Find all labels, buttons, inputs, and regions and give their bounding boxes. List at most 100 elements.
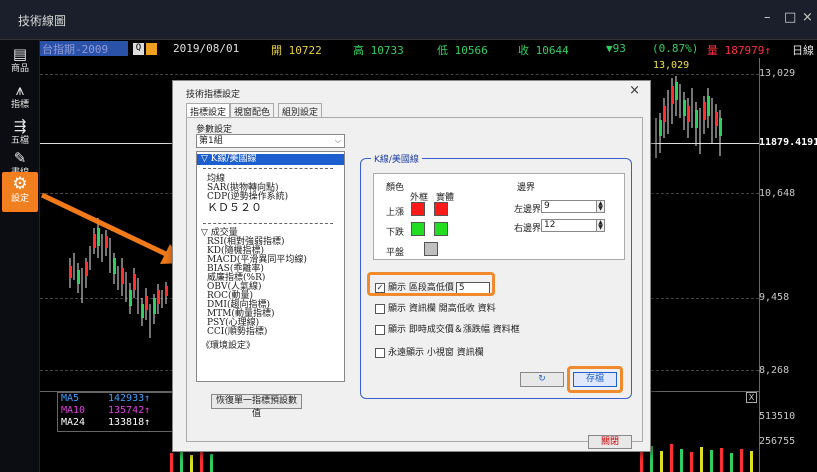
highlight-frame — [367, 272, 495, 296]
ma-name: MA10 — [61, 405, 86, 416]
quote-open: 開 10722 — [271, 44, 322, 57]
dialog-close-icon[interactable]: × — [629, 83, 640, 98]
five-level-icon: ⇶ — [13, 117, 27, 135]
option-realtime-box[interactable]: 顯示 即時成交價＆漲跌幅 資料框 — [375, 322, 520, 335]
quote-percent: (0.87%) — [652, 42, 699, 55]
list-item-kline[interactable]: ▽ K線/美國線 — [197, 154, 344, 165]
checkbox-icon[interactable] — [375, 324, 385, 335]
right-border-value: 12 — [544, 220, 556, 230]
volume-axis-tick: 256755 — [759, 436, 796, 447]
ma-name: MA5 — [61, 393, 80, 404]
group-select[interactable]: 第1組 ⌵ — [196, 134, 345, 148]
tool-label: 指標 — [10, 100, 29, 110]
axis-current-price: 11879.4191 — [759, 137, 817, 148]
right-border-label: 右邊界 — [514, 224, 542, 234]
left-toolbar: ▤ 商品 ⩚ 指標 ⇶ 五檔 ✎ 畫線 ⚙ 設定 — [0, 40, 40, 472]
axis-tick: 10,648 — [759, 188, 796, 199]
spin-arrows-icon[interactable]: ▲ ▼ — [596, 220, 604, 231]
quote-change: ▼93 — [606, 42, 626, 55]
up-label: 上漲 — [386, 208, 405, 218]
volume-axis-tick: 513510 — [759, 411, 796, 422]
axis-tick: 8,268 — [759, 365, 790, 376]
ma-value: 133818↑ — [108, 417, 151, 428]
ma-value: 142933↑ — [108, 393, 151, 404]
tool-label: 五檔 — [10, 136, 29, 146]
right-border-stepper[interactable]: 12 ▲ ▼ — [541, 219, 605, 232]
query-icon[interactable]: Q — [133, 43, 144, 55]
flat-color-swatch[interactable] — [424, 242, 438, 256]
left-border-label: 左邊界 — [514, 205, 542, 215]
down-outer-color-swatch[interactable] — [411, 222, 425, 236]
indicator-icon: ⩚ — [15, 81, 25, 99]
kline-settings-group: K線/美國線 顏色 外框 實體 上漲 下跌 平盤 邊界 左邊界 9 ▲ ▼ 右邊… — [360, 152, 632, 399]
axis-tick: 13,029 — [759, 68, 796, 79]
option-label: 顯示 即時成交價＆漲跌幅 資料框 — [388, 325, 520, 335]
dialog-close-button[interactable]: 關閉 — [588, 435, 632, 449]
indicator-settings-dialog: 技術指標設定 × 指標設定 視窗配色 組別設定 參數設定 第1組 ⌵ ▽ K線/… — [172, 80, 651, 452]
close-button[interactable]: × — [802, 10, 813, 25]
tool-product[interactable]: ▤ 商品 — [3, 44, 37, 82]
volume-close-icon[interactable]: X — [746, 392, 757, 403]
down-label: 下跌 — [386, 228, 405, 238]
quote-volume: 量 187979↑ — [707, 44, 771, 57]
candles-left-down — [77, 228, 156, 318]
kline-style-box: 顏色 外框 實體 上漲 下跌 平盤 邊界 左邊界 9 ▲ ▼ 右邊界 12 ▲ … — [373, 173, 625, 260]
quote-date: 2019/08/01 — [173, 42, 240, 55]
pencil-icon: ✎ — [13, 149, 27, 167]
quote-low: 低 10566 — [437, 44, 488, 57]
quote-close: 收 10644 — [518, 44, 569, 57]
color-label: 顏色 — [386, 183, 405, 193]
tool-label: 設定 — [10, 194, 29, 204]
dialog-title: 技術指標設定 — [186, 90, 241, 100]
settings-panel: 參數設定 第1組 ⌵ ▽ K線/美國線 均線 SAR(拋物轉向點) CDP(逆勢… — [186, 117, 643, 442]
tool-indicator[interactable]: ⩚ 指標 — [3, 80, 37, 118]
product-icon: ▤ — [12, 45, 28, 63]
window-title: 技術線圖 — [18, 14, 67, 28]
group-title: K線/美國線 — [371, 152, 422, 165]
minimize-button[interactable]: – — [764, 10, 771, 25]
axis-tick: 9,458 — [759, 292, 790, 303]
gear-icon: ⚙ — [12, 174, 28, 194]
period-label[interactable]: 日線 — [792, 42, 814, 58]
checkbox-icon[interactable] — [375, 303, 385, 314]
tool-settings[interactable]: ⚙ 設定 — [2, 172, 38, 212]
option-label: 顯示 資訊欄 開高低收 資料 — [388, 304, 496, 314]
candles-left — [69, 218, 167, 338]
group-select-value: 第1組 — [199, 136, 223, 146]
tab-window-colors[interactable]: 視窗配色 — [230, 103, 275, 118]
undo-button[interactable]: ↻ — [520, 372, 564, 387]
option-small-window[interactable]: 永遠顯示 小視窗 資訊欄 — [375, 345, 484, 358]
axis-divider — [759, 58, 760, 472]
down-body-color-swatch[interactable] — [434, 222, 448, 236]
list-item-environment[interactable]: 《環境設定》 — [201, 342, 255, 351]
reset-default-button[interactable]: 恢復單一指標預設數值 — [211, 394, 302, 419]
restore-button[interactable]: □ — [784, 10, 796, 25]
ma-value: 135742↑ — [108, 405, 151, 416]
tool-label: 商品 — [10, 64, 29, 74]
left-border-stepper[interactable]: 9 ▲ ▼ — [541, 200, 605, 213]
indicator-list[interactable]: ▽ K線/美國線 均線 SAR(拋物轉向點) CDP(逆勢操作系統) ＫＤ５２０… — [196, 151, 345, 382]
spin-arrows-icon[interactable]: ▲ ▼ — [596, 201, 604, 212]
border-label: 邊界 — [517, 183, 536, 193]
tab-group-settings[interactable]: 組別設定 — [278, 103, 323, 118]
quote-high: 高 10733 — [353, 44, 404, 57]
list-separator — [203, 168, 333, 169]
ma-name: MA24 — [61, 417, 86, 428]
chevron-down-icon: ⌵ — [334, 136, 341, 145]
list-item[interactable]: CCI(順勢指標) — [207, 328, 267, 337]
title-bar: 技術線圖 – □ × — [0, 0, 817, 40]
up-body-color-swatch[interactable] — [434, 202, 448, 216]
option-info-bar[interactable]: 顯示 資訊欄 開高低收 資料 — [375, 301, 496, 314]
checkbox-icon[interactable] — [375, 347, 385, 358]
tab-indicator-settings[interactable]: 指標設定 — [186, 103, 231, 118]
left-border-value: 9 — [544, 201, 550, 211]
symbol-field[interactable]: 台指期-2009 — [40, 41, 128, 56]
option-label: 永遠顯示 小視窗 資訊欄 — [388, 348, 484, 358]
highlight-frame — [567, 366, 623, 393]
flat-label: 平盤 — [386, 248, 405, 258]
up-outer-color-swatch[interactable] — [411, 202, 425, 216]
list-item[interactable]: ＫＤ５２０ — [207, 202, 262, 213]
lock-icon[interactable] — [146, 43, 157, 55]
list-separator — [203, 223, 333, 224]
quote-header: 台指期-2009 Q 2019/08/01 開 10722 高 10733 低 … — [40, 40, 817, 58]
